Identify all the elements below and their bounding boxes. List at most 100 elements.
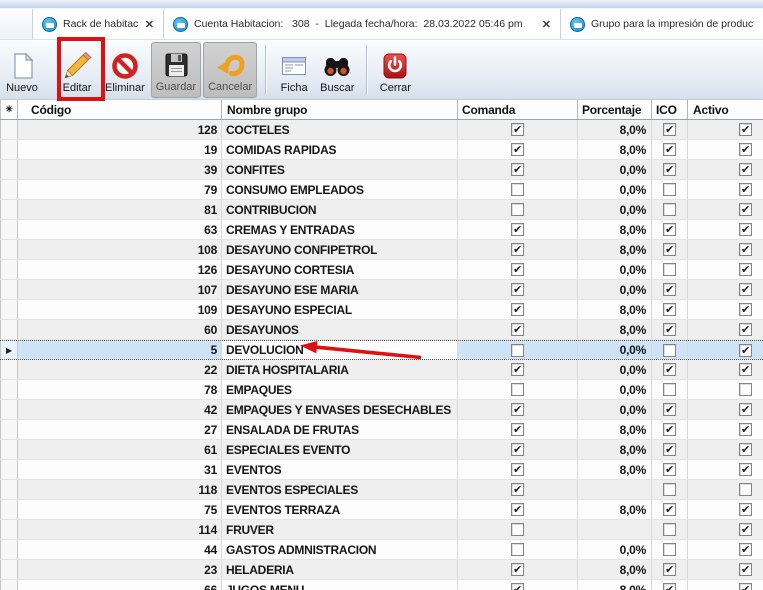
table-row[interactable]: 27ENSALADA DE FRUTAS✔8,0%✔✔: [0, 420, 763, 440]
codigo-cell[interactable]: 78: [18, 380, 222, 399]
activo-cell[interactable]: ✔: [688, 420, 763, 439]
comanda-cell[interactable]: ✔: [458, 260, 578, 279]
table-row[interactable]: 66JUGOS MENU✔8,0%✔✔: [0, 580, 763, 590]
table-row[interactable]: 23HELADERIA✔8,0%✔✔: [0, 560, 763, 580]
row-selector[interactable]: [0, 180, 18, 199]
comanda-cell[interactable]: ✔: [458, 320, 578, 339]
ico-cell[interactable]: ✔: [652, 360, 688, 379]
comanda-cell[interactable]: [458, 380, 578, 399]
row-selector[interactable]: ▶: [0, 341, 18, 359]
activo-cell[interactable]: ✔: [688, 140, 763, 159]
row-selector[interactable]: [0, 120, 18, 139]
porcentaje-cell[interactable]: 0,0%: [578, 540, 652, 559]
codigo-cell[interactable]: 118: [18, 480, 222, 499]
checkbox[interactable]: ✔: [511, 243, 524, 256]
checkbox[interactable]: ✔: [739, 123, 752, 136]
comanda-cell[interactable]: ✔: [458, 240, 578, 259]
nombre-cell[interactable]: DESAYUNO CORTESIA: [222, 260, 458, 279]
activo-cell[interactable]: ✔: [688, 320, 763, 339]
activo-cell[interactable]: ✔: [688, 360, 763, 379]
checkbox[interactable]: ✔: [739, 344, 752, 357]
activo-cell[interactable]: ✔: [688, 400, 763, 419]
checkbox[interactable]: ✔: [663, 403, 676, 416]
checkbox[interactable]: [663, 383, 676, 396]
row-selector[interactable]: [0, 320, 18, 339]
checkbox[interactable]: ✔: [663, 443, 676, 456]
checkbox[interactable]: ✔: [739, 263, 752, 276]
porcentaje-cell[interactable]: 8,0%: [578, 460, 652, 479]
checkbox[interactable]: ✔: [511, 283, 524, 296]
comanda-cell[interactable]: ✔: [458, 220, 578, 239]
checkbox[interactable]: ✔: [511, 503, 524, 516]
nombre-cell[interactable]: EMPAQUES: [222, 380, 458, 399]
nombre-cell[interactable]: COMIDAS RAPIDAS: [222, 140, 458, 159]
ico-cell[interactable]: ✔: [652, 220, 688, 239]
checkbox[interactable]: ✔: [739, 403, 752, 416]
checkbox[interactable]: ✔: [739, 303, 752, 316]
codigo-cell[interactable]: 39: [18, 160, 222, 179]
checkbox[interactable]: [511, 543, 524, 556]
checkbox[interactable]: ✔: [663, 463, 676, 476]
ico-cell[interactable]: ✔: [652, 120, 688, 139]
checkbox[interactable]: ✔: [739, 583, 752, 590]
porcentaje-cell[interactable]: 0,0%: [578, 200, 652, 219]
ico-cell[interactable]: ✔: [652, 400, 688, 419]
checkbox[interactable]: ✔: [739, 463, 752, 476]
checkbox[interactable]: ✔: [739, 503, 752, 516]
table-row[interactable]: 44GASTOS ADMNISTRACION0,0%✔: [0, 540, 763, 560]
codigo-cell[interactable]: 31: [18, 460, 222, 479]
comanda-cell[interactable]: ✔: [458, 500, 578, 519]
nombre-cell[interactable]: DESAYUNO CONFIPETROL: [222, 240, 458, 259]
row-selector[interactable]: [0, 380, 18, 399]
codigo-cell[interactable]: 22: [18, 360, 222, 379]
checkbox[interactable]: ✔: [511, 483, 524, 496]
comanda-cell[interactable]: [458, 200, 578, 219]
checkbox[interactable]: ✔: [739, 363, 752, 376]
nombre-cell[interactable]: DEVOLUCION: [222, 341, 458, 359]
comanda-cell[interactable]: ✔: [458, 160, 578, 179]
table-row[interactable]: 114FRUVER✔: [0, 520, 763, 540]
ico-cell[interactable]: ✔: [652, 140, 688, 159]
ico-cell[interactable]: ✔: [652, 560, 688, 579]
porcentaje-cell[interactable]: 8,0%: [578, 140, 652, 159]
checkbox[interactable]: ✔: [511, 163, 524, 176]
cancelar-button[interactable]: Cancelar: [203, 42, 257, 98]
activo-cell[interactable]: [688, 380, 763, 399]
checkbox[interactable]: ✔: [739, 183, 752, 196]
nombre-cell[interactable]: EVENTOS TERRAZA: [222, 500, 458, 519]
row-selector[interactable]: [0, 260, 18, 279]
checkbox[interactable]: ✔: [511, 563, 524, 576]
tab-cuenta-habitacion[interactable]: Cuenta Habitacion: 308 - Llegada fecha/h…: [163, 9, 561, 39]
table-row[interactable]: 22DIETA HOSPITALARIA✔0,0%✔✔: [0, 360, 763, 380]
porcentaje-cell[interactable]: 8,0%: [578, 220, 652, 239]
row-selector[interactable]: [0, 300, 18, 319]
ico-cell[interactable]: [652, 180, 688, 199]
activo-cell[interactable]: ✔: [688, 460, 763, 479]
row-selector[interactable]: [0, 420, 18, 439]
activo-cell[interactable]: ✔: [688, 260, 763, 279]
checkbox[interactable]: ✔: [663, 143, 676, 156]
comanda-cell[interactable]: [458, 341, 578, 359]
checkbox[interactable]: [663, 483, 676, 496]
checkbox[interactable]: [511, 203, 524, 216]
activo-cell[interactable]: ✔: [688, 280, 763, 299]
codigo-cell[interactable]: 109: [18, 300, 222, 319]
codigo-cell[interactable]: 81: [18, 200, 222, 219]
activo-cell[interactable]: ✔: [688, 120, 763, 139]
activo-cell[interactable]: ✔: [688, 560, 763, 579]
row-selector[interactable]: [0, 160, 18, 179]
row-selector[interactable]: [0, 580, 18, 590]
table-row[interactable]: 128COCTELES✔8,0%✔✔: [0, 120, 763, 140]
porcentaje-cell[interactable]: 0,0%: [578, 400, 652, 419]
checkbox[interactable]: ✔: [739, 523, 752, 536]
nuevo-button[interactable]: Nuevo: [2, 42, 42, 98]
porcentaje-cell[interactable]: 0,0%: [578, 280, 652, 299]
porcentaje-cell[interactable]: 0,0%: [578, 260, 652, 279]
checkbox[interactable]: ✔: [511, 123, 524, 136]
porcentaje-cell[interactable]: 8,0%: [578, 560, 652, 579]
nombre-cell[interactable]: CREMAS Y ENTRADAS: [222, 220, 458, 239]
comanda-cell[interactable]: ✔: [458, 120, 578, 139]
activo-cell[interactable]: ✔: [688, 200, 763, 219]
nombre-cell[interactable]: EMPAQUES Y ENVASES DESECHABLES: [222, 400, 458, 419]
comanda-cell[interactable]: [458, 540, 578, 559]
